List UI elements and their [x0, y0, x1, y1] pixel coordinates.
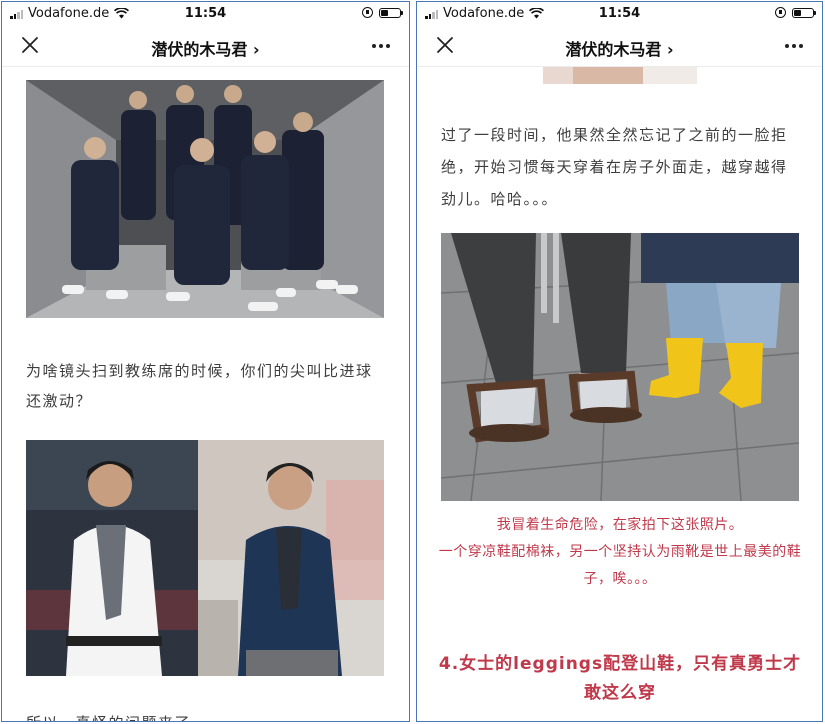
- article-next-line: 所以，真怪的问题来了: [26, 710, 388, 721]
- nav-bar: 潜伏的木马君 ›: [417, 26, 822, 67]
- battery-icon: [792, 7, 816, 18]
- account-name: 潜伏的木马君: [565, 40, 662, 59]
- photo-caption-line-1: 我冒着生命危险，在家拍下这张照片。: [496, 517, 744, 533]
- chevron-right-icon: ›: [253, 40, 260, 59]
- rotation-lock-icon: [362, 7, 373, 18]
- phone-screen-right: Vodafone.de 11:54 潜伏的木马君 › 过了一段时间，他果然全然忘…: [416, 1, 823, 722]
- article-photo-coach: [26, 440, 384, 676]
- account-title-button[interactable]: 潜伏的木马君 ›: [2, 36, 409, 60]
- account-name: 潜伏的木马君: [151, 40, 248, 59]
- article-photo-partial: [543, 67, 697, 84]
- clock: 11:54: [598, 6, 641, 21]
- battery-icon: [379, 7, 403, 18]
- status-bar: Vodafone.de 11:54: [2, 2, 409, 26]
- article-caption: 为啥镜头扫到教练席的时候，你们的尖叫比进球还激动？: [26, 362, 373, 410]
- account-title-button[interactable]: 潜伏的木马君 ›: [417, 36, 822, 60]
- more-icon[interactable]: [369, 36, 393, 56]
- clock: 11:54: [184, 6, 227, 21]
- article-paragraph: 过了一段时间，他果然全然忘记了之前的一脸拒绝，开始习惯每天穿着在房子外面走，越穿…: [441, 126, 788, 208]
- article-photo-feet: [441, 233, 799, 501]
- photo-caption-line-2: 一个穿凉鞋配棉袜，另一个坚持认为雨靴是世上最美的鞋子，唉。。。: [438, 544, 802, 587]
- section-heading: 4.女士的leggings配登山鞋，只有真勇士才敢这么穿: [438, 654, 802, 703]
- article-photo-team: [26, 80, 384, 318]
- more-icon[interactable]: [782, 36, 806, 56]
- rotation-lock-icon: [775, 7, 786, 18]
- status-bar: Vodafone.de 11:54: [417, 2, 822, 26]
- chevron-right-icon: ›: [667, 40, 674, 59]
- phone-screen-left: Vodafone.de 11:54 潜伏的木马君 › 为啥镜头扫到教练席的时候，…: [1, 1, 410, 722]
- nav-bar: 潜伏的木马君 ›: [2, 26, 409, 67]
